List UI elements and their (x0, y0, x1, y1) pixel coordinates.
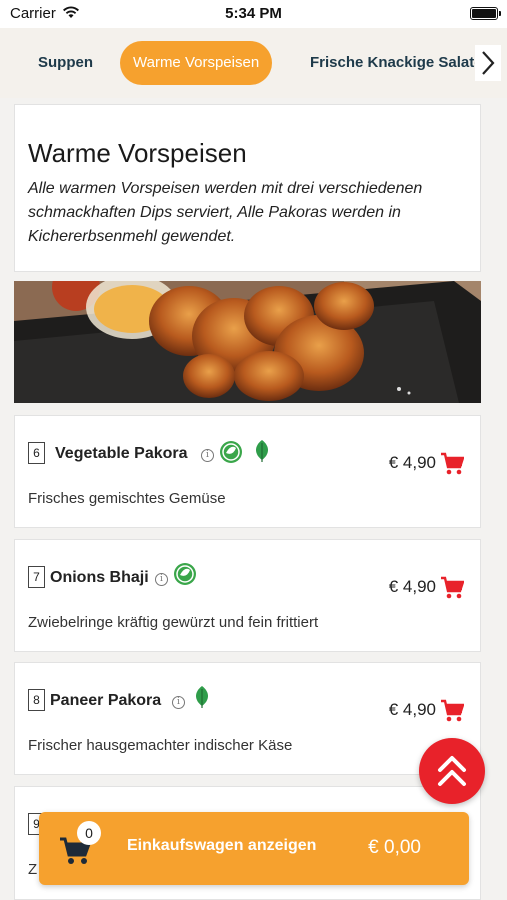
item-number: 7 (28, 566, 45, 588)
vegetarian-leaf-icon (256, 440, 268, 462)
info-icon[interactable]: i (155, 573, 168, 586)
section-image (14, 281, 481, 403)
vegetarian-leaf-icon (196, 686, 208, 708)
vegan-badge-icon (174, 563, 196, 585)
view-cart-button[interactable]: 0 Einkaufswagen anzeigen € 0,00 (39, 812, 469, 885)
item-price: € 4,90 (388, 577, 436, 596)
scroll-to-top-button[interactable] (419, 738, 485, 804)
info-icon[interactable]: i (172, 696, 185, 709)
item-name: Paneer Pakora (50, 692, 162, 709)
item-number: 8 (28, 689, 45, 711)
cart-total: € 0,00 (368, 837, 421, 858)
menu-item-card[interactable]: 8 Paneer Pakora i Frischer hausgemachter… (14, 662, 481, 775)
add-to-cart-icon[interactable] (440, 699, 464, 723)
item-number: 6 (28, 442, 45, 464)
tab-warme-vorspeisen[interactable]: Warme Vorspeisen (120, 41, 273, 85)
double-chevron-up-icon (438, 756, 466, 786)
item-name: Onions Bhaji (50, 569, 149, 586)
item-price: € 4,90 (388, 453, 436, 472)
tab-suppen[interactable]: Suppen (38, 41, 93, 85)
item-description: Z (28, 861, 38, 878)
item-description: Frisches gemischtes Gemüse (28, 490, 226, 507)
tab-frische-knackige-salate[interactable]: Frische Knackige Salate (310, 41, 483, 85)
add-to-cart-icon[interactable] (440, 452, 464, 476)
add-to-cart-icon[interactable] (440, 576, 464, 600)
status-time: 5:34 PM (225, 5, 282, 22)
section-header-card: Warme Vorspeisen Alle warmen Vorspeisen … (14, 104, 481, 272)
section-title: Warme Vorspeisen (28, 138, 247, 168)
item-description: Frischer hausgemachter indischer Käse (28, 737, 293, 754)
battery-icon (470, 7, 501, 20)
item-description: Zwiebelringe kräftig gewürzt und fein fr… (28, 614, 319, 631)
vegan-badge-icon (220, 441, 242, 463)
category-tab-bar: Suppen Warme Vorspeisen Frische Knackige… (0, 28, 507, 98)
chevron-right-icon[interactable] (475, 45, 501, 81)
menu-item-card[interactable]: 6 Vegetable Pakora i Frisches gemischtes… (14, 415, 481, 528)
item-name: Vegetable Pakora (55, 445, 188, 462)
section-description: Alle warmen Vorspeisen werden mit drei v… (28, 180, 423, 245)
item-price: € 4,90 (388, 700, 436, 719)
cart-label: Einkaufswagen anzeigen (127, 837, 317, 854)
menu-item-card[interactable]: 7 Onions Bhaji i Zwiebelringe kräftig ge… (14, 539, 481, 652)
status-bar: Carrier 5:34 PM (0, 0, 507, 28)
cart-count-badge: 0 (77, 821, 101, 845)
info-icon[interactable]: i (201, 449, 214, 462)
